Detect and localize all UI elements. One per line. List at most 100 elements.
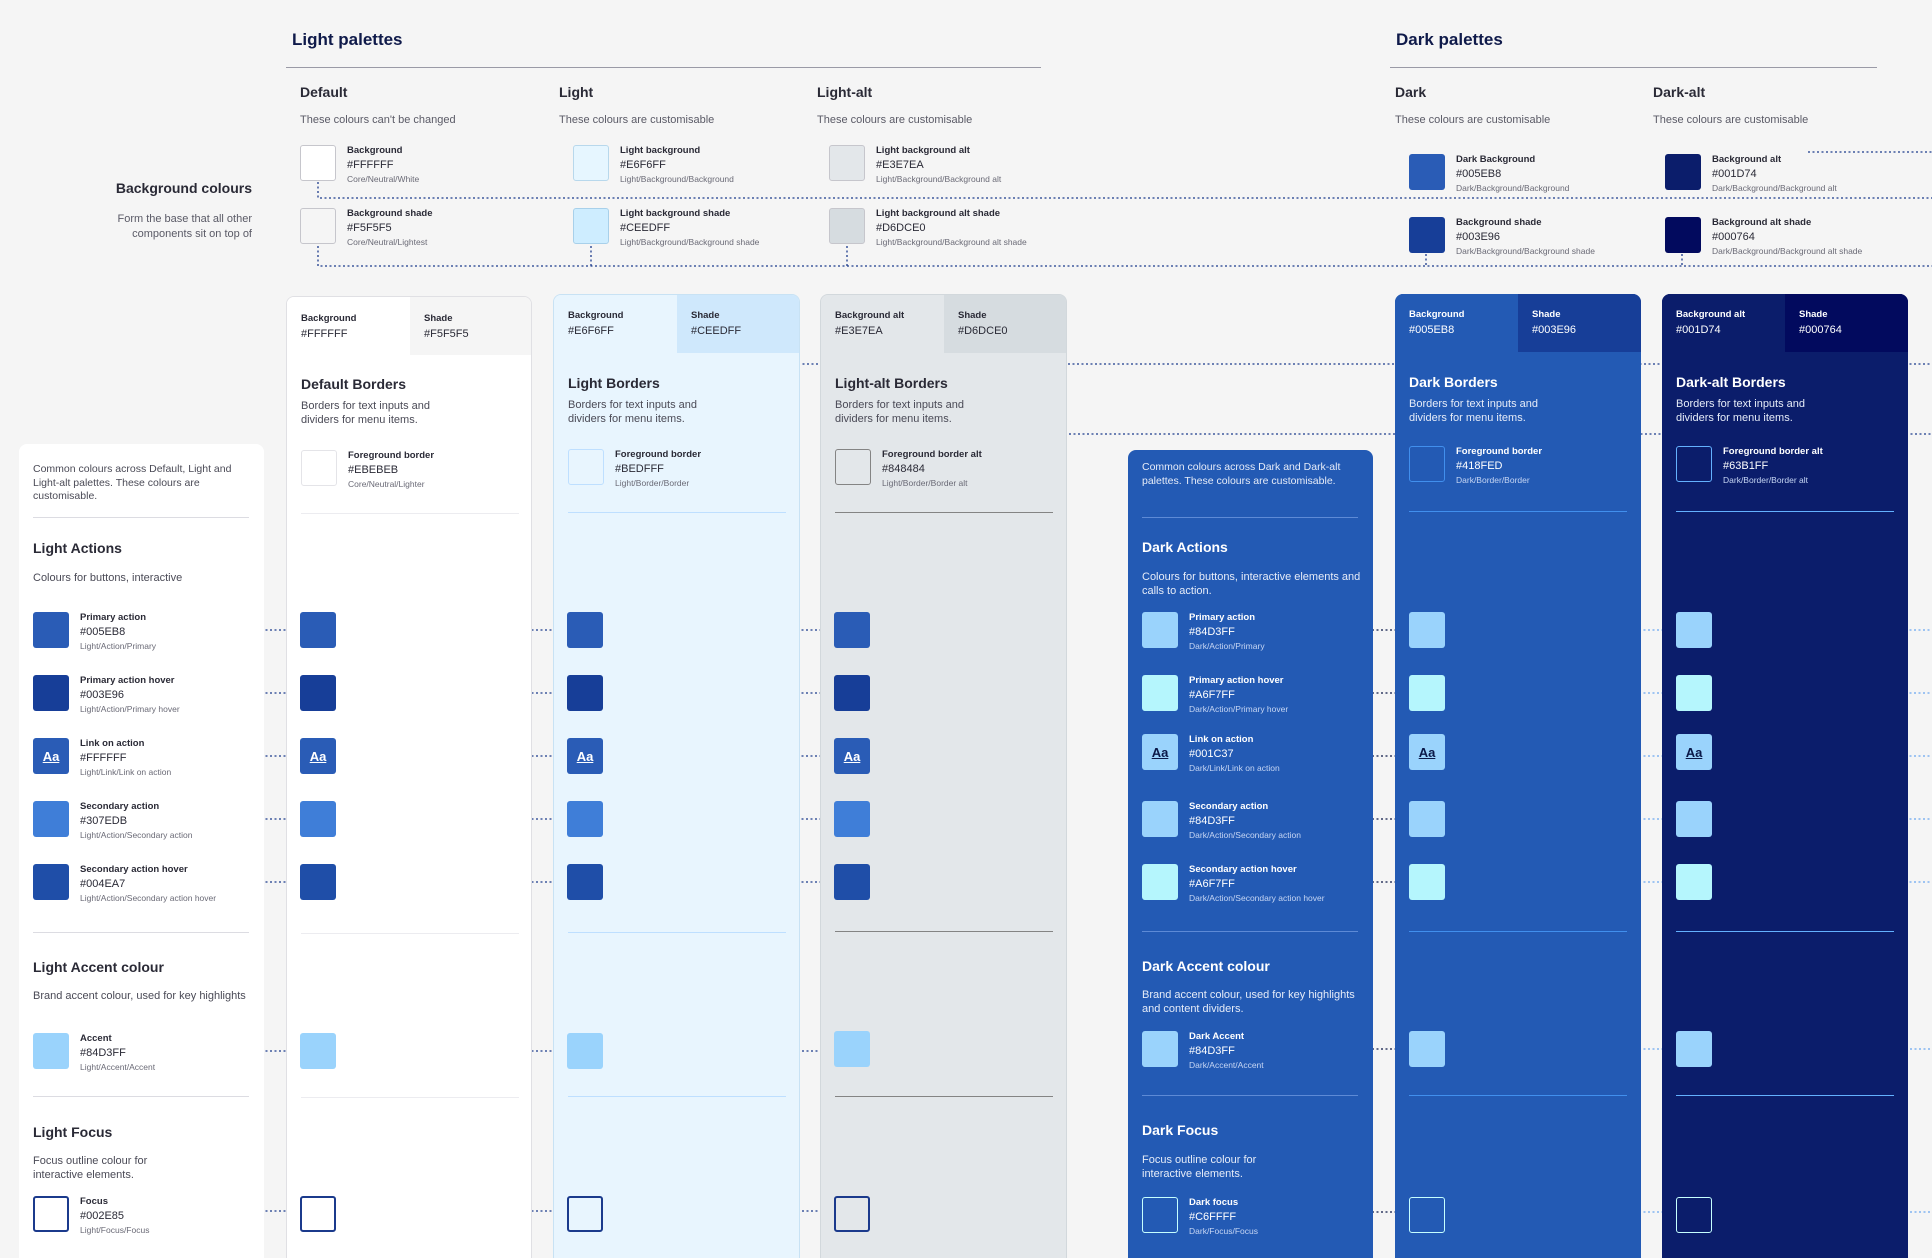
swatch-hex: #84D3FF — [1189, 815, 1235, 827]
swatch-name: Foreground border — [615, 449, 702, 460]
panel-tab-shade: Shade #F5F5F5 — [410, 297, 531, 355]
light-action-secondary-swatch — [567, 801, 603, 837]
divider — [1409, 511, 1627, 512]
swatch-hex: #002E85 — [80, 1210, 125, 1222]
swatch-hex: #003E96 — [80, 689, 125, 701]
swatch-name: Light background alt — [876, 145, 970, 156]
swatch-hex: #FFFFFF — [347, 159, 394, 171]
dark-focus-title: Dark Focus — [1142, 1122, 1219, 1138]
color-swatch — [301, 450, 337, 486]
default-panel: Background #FFFFFF Shade #F5F5F5 Default… — [286, 296, 532, 1258]
tab-hex: #D6DCE0 — [958, 325, 1008, 337]
dark-focus-desc: Focus outline colour for interactive ele… — [1142, 1154, 1257, 1181]
light-action-primary: Primary action #005EB8 Light/Action/Primar… — [33, 612, 156, 651]
tab-hex: #E6F6FF — [568, 325, 614, 337]
light-action-secondary-hover-swatch — [567, 864, 603, 900]
dark-panel-link-sample-icon: Aa — [1409, 734, 1445, 770]
light-action-primary-hover: Primary action hover #003E96 Light/Action/… — [33, 675, 180, 714]
dark-actions-desc: Colours for buttons, interactive element… — [1142, 571, 1361, 598]
swatch-token: Dark/Focus/Focus — [1189, 1226, 1258, 1236]
swatch-token: Light/Background/Background shade — [620, 237, 760, 247]
column-subtitle: These colours are customisable — [1653, 114, 1809, 126]
light-alt-action-secondary-hover-swatch — [834, 864, 870, 900]
swatch-hex: #D6DCE0 — [876, 222, 926, 234]
swatch-name: Dark focus — [1189, 1197, 1239, 1208]
light-action-primary-hover-swatch — [567, 675, 603, 711]
column-default: Default These colours can't be changed — [300, 84, 456, 126]
swatch-hex: #84D3FF — [1189, 1045, 1235, 1057]
borders-desc: Borders for text inputs and dividers for… — [1409, 398, 1539, 425]
swatch-hex: #003E96 — [1456, 231, 1501, 243]
swatch-name: Light background alt shade — [876, 208, 1001, 219]
color-swatch — [829, 208, 865, 244]
border-swatch: Foreground border #EBEBEB Core/Neutral/Lig… — [301, 450, 434, 489]
light-action-primary-swatch — [567, 612, 603, 648]
dark-alt-link-sample-icon: Aa — [1676, 734, 1712, 770]
light-focus-title: Light Focus — [33, 1124, 113, 1140]
light-palettes-heading: Light palettes — [292, 30, 403, 49]
swatch-hex: #BEDFFF — [615, 463, 664, 475]
divider — [568, 932, 786, 933]
swatch-name: Background shade — [347, 208, 433, 219]
tab-label: Shade — [958, 310, 987, 321]
swatch-token: Dark/Background/Background — [1456, 183, 1570, 193]
divider — [33, 517, 249, 518]
swatch-token: Light/Action/Primary — [80, 641, 157, 651]
color-swatch — [1142, 612, 1178, 648]
borders-desc: Borders for text inputs and dividers for… — [568, 399, 698, 426]
bg-swatch-dark-shade: Background shade #003E96 Dark/Background/B… — [1409, 217, 1595, 256]
light-alt-accent-swatch — [834, 1031, 870, 1067]
divider — [1409, 931, 1627, 932]
swatch-name: Background alt shade — [1712, 217, 1812, 228]
bg-swatch-dark-background: Dark Background #005EB8 Dark/Background/Ba… — [1409, 154, 1569, 193]
default-action-primary-hover-swatch — [300, 675, 336, 711]
swatch-token: Light/Action/Secondary action — [80, 830, 193, 840]
color-swatch — [1665, 217, 1701, 253]
swatch-token: Light/Background/Background alt — [876, 174, 1002, 184]
swatch-hex: #EBEBEB — [348, 464, 399, 476]
color-swatch — [1142, 1197, 1178, 1233]
swatch-name: Dark Accent — [1189, 1031, 1245, 1042]
light-action-link: Aa Link on action #FFFFFF Light/Link/Link … — [33, 738, 171, 777]
swatch-token: Dark/Action/Primary — [1189, 641, 1265, 651]
tab-label: Background — [568, 310, 624, 321]
divider — [1142, 931, 1358, 932]
divider — [835, 512, 1053, 513]
bg-swatch-light-alt-background: Light background alt #E3E7EA Light/Backgro… — [829, 145, 1001, 184]
dark-alt-action-secondary-hover-swatch — [1676, 864, 1712, 900]
swatch-token: Dark/Link/Link on action — [1189, 763, 1280, 773]
bg-swatch-default-background: Background #FFFFFF Core/Neutral/White — [300, 145, 419, 184]
swatch-name: Foreground border alt — [1723, 446, 1823, 457]
tab-label: Background alt — [1676, 309, 1746, 320]
dark-action-primary: Primary action #84D3FF Dark/Action/Primary — [1142, 612, 1265, 651]
divider — [33, 932, 249, 933]
divider — [835, 1096, 1053, 1097]
default-action-secondary-hover-swatch — [300, 864, 336, 900]
swatch-token: Light/Accent/Accent — [80, 1062, 156, 1072]
swatch-token: Light/Focus/Focus — [80, 1225, 150, 1235]
swatch-name: Background alt — [1712, 154, 1782, 165]
column-subtitle: These colours are customisable — [1395, 114, 1551, 126]
swatch-token: Core/Neutral/Lighter — [348, 479, 425, 489]
swatch-name: Dark Background — [1456, 154, 1536, 165]
swatch-hex: #848484 — [882, 463, 925, 475]
bg-swatch-default-shade: Background shade #F5F5F5 Core/Neutral/Ligh… — [300, 208, 433, 247]
dark-common-card: Common colours across Dark and Dark-alt … — [1128, 450, 1373, 1258]
color-swatch — [33, 801, 69, 837]
divider — [1676, 931, 1894, 932]
color-swatch — [33, 675, 69, 711]
tab-hex: #003E96 — [1532, 324, 1577, 336]
tab-label: Background — [1409, 309, 1465, 320]
light-alt-link-sample-icon: Aa — [834, 738, 870, 774]
light-accent-swatch-copy — [567, 1033, 603, 1069]
light-alt-action-primary-swatch — [834, 612, 870, 648]
color-swatch — [835, 449, 871, 485]
panel-tab-shade: Shade #CEEDFF — [677, 295, 799, 353]
default-action-primary-swatch — [300, 612, 336, 648]
dark-accent-title: Dark Accent colour — [1142, 958, 1270, 974]
swatch-hex: #CEEDFF — [620, 222, 671, 234]
light-palettes-rule — [286, 67, 1041, 68]
light-focus-swatch: Focus #002E85 Light/Focus/Focus — [33, 1196, 149, 1235]
swatch-hex: #004EA7 — [80, 878, 126, 890]
swatch-hex: #C6FFFF — [1189, 1211, 1237, 1223]
